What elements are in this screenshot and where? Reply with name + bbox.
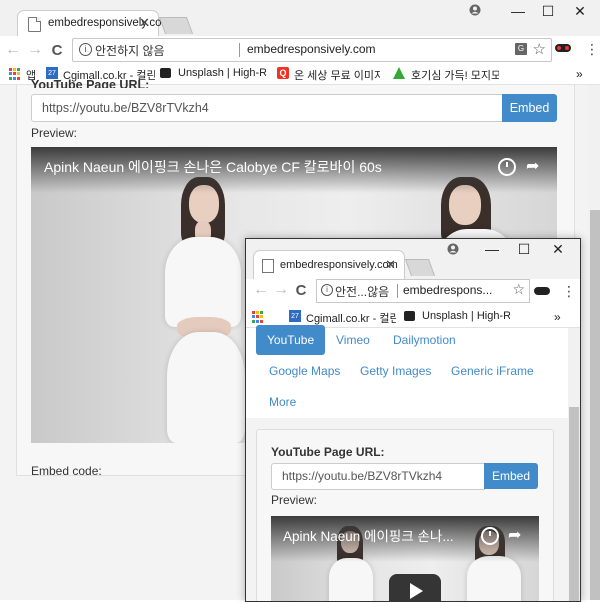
watch-later-icon[interactable] — [498, 158, 516, 176]
small-scrollbar-thumb[interactable] — [569, 407, 579, 601]
tab-close-icon[interactable]: ✕ — [139, 15, 150, 31]
figure-pants — [167, 332, 245, 443]
tab-close-icon[interactable]: ✕ — [385, 257, 396, 273]
profile-icon[interactable] — [447, 243, 459, 255]
forward-button[interactable]: → — [272, 281, 290, 299]
video-preview[interactable]: Apink Naeun 에이핑크 손나... ➦ — [271, 516, 539, 601]
back-button[interactable]: ← — [252, 281, 270, 299]
tab-generic-iframe[interactable]: Generic iFrame — [451, 364, 534, 378]
embed-button[interactable]: Embed — [484, 463, 538, 489]
url-field-label: YouTube Page URL: — [31, 78, 150, 88]
figure-top — [329, 558, 373, 601]
small-toolbar: ← → C i 안전...않음 embedrespons... ☆ ⋮ — [246, 279, 580, 308]
main-tab[interactable]: embedresponsively.com ✕ — [18, 11, 171, 37]
bookmark-free-images[interactable]: 온 세상 무료 이미지 — [294, 67, 380, 83]
reload-button[interactable]: C — [292, 282, 310, 299]
bookmark-star-icon[interactable]: ☆ — [533, 40, 546, 58]
small-tab[interactable]: embedresponsively.com ✕ — [254, 251, 404, 279]
new-tab-button[interactable] — [158, 17, 194, 34]
apps-grid-icon[interactable] — [9, 68, 21, 80]
security-status: 안전하지 않음 — [95, 44, 165, 58]
small-tab-title: embedresponsively.com — [280, 259, 398, 271]
share-icon[interactable]: ➦ — [526, 156, 539, 176]
preview-label: Preview: — [31, 126, 78, 140]
omnibox-divider — [239, 43, 240, 57]
chrome-menu-icon[interactable]: ⋮ — [562, 283, 576, 300]
back-button[interactable]: ← — [4, 41, 22, 59]
close-window-button[interactable]: ✕ — [570, 3, 590, 20]
url-text[interactable]: embedrespons... — [403, 283, 492, 297]
service-tabs: YouTube Vimeo Dailymotion Google Maps Ge… — [246, 325, 568, 418]
tab-getty-images[interactable]: Getty Images — [360, 364, 431, 378]
bookmark-cgimall[interactable]: Cgimall.co.kr - 컬린다 — [306, 310, 396, 326]
leaf-icon — [393, 67, 405, 79]
calendar-icon: 27 — [289, 310, 301, 322]
bookmarks-more-button[interactable]: » — [554, 310, 561, 324]
minimize-button[interactable]: — — [482, 241, 502, 257]
figure-top — [165, 237, 241, 327]
pixabay-icon: Q — [277, 67, 289, 79]
bookmark-unsplash[interactable]: Unsplash | High-Res — [422, 310, 510, 322]
profile-icon[interactable] — [469, 4, 481, 16]
maximize-button[interactable]: ☐ — [538, 3, 558, 20]
embed-button[interactable]: Embed — [502, 94, 557, 122]
tab-vimeo[interactable]: Vimeo — [336, 333, 370, 347]
close-window-button[interactable]: ✕ — [548, 241, 568, 258]
camera-icon — [160, 68, 171, 78]
tab-more[interactable]: More — [269, 395, 296, 409]
share-icon[interactable]: ➦ — [508, 525, 521, 545]
info-icon[interactable]: i — [321, 284, 333, 296]
main-tab-title: embedresponsively.com — [48, 17, 172, 29]
page-favicon-icon — [262, 259, 274, 273]
reload-button[interactable]: C — [48, 42, 66, 59]
video-title[interactable]: Apink Naeun 에이핑크 손나은 Calobye CF 칼로바이 60s — [44, 157, 382, 177]
security-status: 안전...않음 — [335, 285, 390, 299]
youtube-url-value: https://youtu.be/BZV8rTVkzh4 — [282, 469, 443, 483]
youtube-url-value: https://youtu.be/BZV8rTVkzh4 — [42, 101, 209, 115]
bookmark-unsplash[interactable]: Unsplash | High-Res — [178, 67, 266, 79]
embed-code-label: Embed code: — [31, 464, 102, 478]
main-scrollbar-thumb[interactable] — [590, 210, 600, 600]
play-button[interactable] — [389, 574, 441, 601]
camera-icon — [404, 311, 415, 321]
bookmark-curiosity[interactable]: 호기심 가득! 모지모 — [411, 67, 499, 83]
info-icon[interactable]: i — [79, 43, 92, 56]
watch-later-icon[interactable] — [481, 527, 499, 545]
address-bar[interactable]: i 안전하지 않음 embedresponsively.com G ☆ — [72, 38, 552, 62]
page-favicon-icon — [28, 17, 41, 32]
youtube-url-input[interactable]: https://youtu.be/BZV8rTVkzh4 — [271, 463, 485, 490]
figure-top — [467, 556, 521, 601]
extension-glasses-icon[interactable] — [555, 44, 571, 52]
url-field-label: YouTube Page URL: — [271, 445, 385, 459]
address-bar[interactable]: i 안전...않음 embedrespons... ☆ — [316, 279, 530, 303]
small-browser-window: embedresponsively.com ✕ — ☐ ✕ ← → C i 안전… — [245, 238, 581, 602]
translate-icon[interactable]: G — [515, 43, 527, 55]
maximize-button[interactable]: ☐ — [514, 241, 534, 258]
youtube-url-input[interactable]: https://youtu.be/BZV8rTVkzh4 — [31, 94, 503, 122]
omnibox-divider — [397, 284, 398, 298]
minimize-button[interactable]: — — [508, 3, 528, 19]
chrome-menu-icon[interactable]: ⋮ — [585, 41, 599, 58]
bookmark-star-icon[interactable]: ☆ — [512, 281, 525, 298]
preview-label: Preview: — [271, 493, 318, 507]
tab-dailymotion[interactable]: Dailymotion — [393, 333, 456, 347]
tab-google-maps[interactable]: Google Maps — [269, 364, 340, 378]
forward-button[interactable]: → — [26, 41, 44, 59]
extension-glasses-icon[interactable] — [534, 287, 550, 295]
bookmarks-more-button[interactable]: » — [576, 67, 583, 81]
main-toolbar: ← → C i 안전하지 않음 embedresponsively.com G … — [0, 36, 600, 65]
video-title[interactable]: Apink Naeun 에이핑크 손나... — [283, 525, 454, 545]
url-text[interactable]: embedresponsively.com — [247, 42, 376, 56]
apps-grid-icon[interactable] — [252, 311, 264, 323]
tab-youtube[interactable]: YouTube — [256, 325, 326, 355]
